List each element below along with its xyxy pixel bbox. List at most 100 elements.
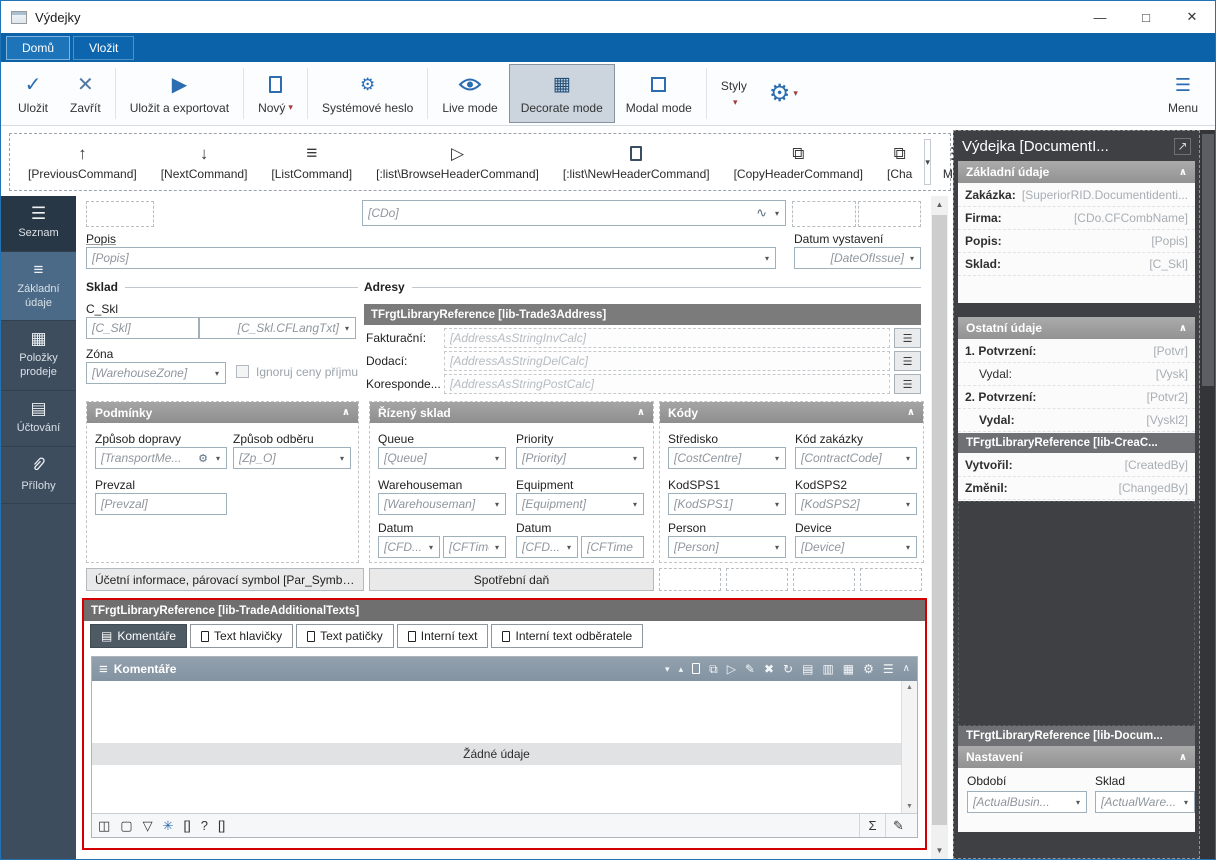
c-skl-lang-combo[interactable]: [C_Skl.CFLangTxt] ▾ bbox=[199, 317, 356, 339]
decorate-mode-button[interactable]: ▦ Decorate mode bbox=[509, 64, 615, 123]
chevron-up-icon[interactable]: ▴ bbox=[679, 665, 684, 674]
transport-combo[interactable]: [TransportMe... ⚙ ▾ bbox=[95, 447, 227, 469]
equipment-combo[interactable]: [Equipment] ▾ bbox=[516, 493, 644, 515]
sidebar-item-seznam[interactable]: ☰ Seznam bbox=[1, 196, 76, 252]
dodaci-menu-button[interactable]: ☰ bbox=[894, 351, 921, 371]
popis-combo[interactable]: [Popis] ▾ bbox=[86, 247, 776, 269]
device-combo[interactable]: [Device] ▾ bbox=[795, 536, 917, 558]
live-mode-button[interactable]: Live mode bbox=[431, 64, 508, 123]
save-button[interactable]: ✓ Uložit bbox=[7, 64, 59, 123]
sum-icon[interactable]: Σ bbox=[859, 814, 885, 837]
collapse-icon[interactable]: ∧ bbox=[903, 664, 910, 674]
ucetni-informace-button[interactable]: Účetní informace, párovací symbol [Par_S… bbox=[86, 568, 364, 591]
browse-header-command-button[interactable]: ▷ [:list\BrowseHeaderCommand] bbox=[364, 144, 551, 181]
warehouse-zone-combo[interactable]: [WarehouseZone] ▾ bbox=[86, 362, 226, 384]
refresh-icon[interactable]: ↻ bbox=[783, 663, 793, 675]
kody-header[interactable]: Kódy ∧ bbox=[660, 402, 923, 423]
close-button[interactable]: ✕ bbox=[1169, 1, 1215, 33]
scroll-up-icon[interactable]: ▲ bbox=[931, 196, 948, 213]
zakladni-udaje-header[interactable]: Základní údaje ∧ bbox=[958, 161, 1195, 183]
next-command-button[interactable]: ↓ [NextCommand] bbox=[149, 144, 260, 181]
change-command-button[interactable]: ⧉ [Cha bbox=[875, 144, 924, 181]
rizeny-sklad-header[interactable]: Řízený sklad ∧ bbox=[370, 402, 653, 423]
cost-centre-combo[interactable]: [CostCentre] ▾ bbox=[668, 447, 786, 469]
trade-additional-texts-header[interactable]: TFrgtLibraryReference [lib-TradeAddition… bbox=[84, 600, 925, 621]
tab-interni-text-odberatele[interactable]: Interní text odběratele bbox=[491, 624, 643, 648]
grid-scrollbar[interactable]: ▲ ▼ bbox=[901, 681, 917, 813]
korespondencni-menu-button[interactable]: ☰ bbox=[894, 374, 921, 394]
hamburger-icon[interactable]: ☰ bbox=[883, 663, 894, 675]
open-window-icon[interactable]: ↗ bbox=[1174, 138, 1191, 155]
tab-vlozit[interactable]: Vložit bbox=[73, 36, 134, 60]
c-skl-input[interactable]: [C_Skl] bbox=[86, 317, 199, 339]
asterisk-icon[interactable]: ✳ bbox=[163, 818, 174, 834]
main-scrollbar[interactable]: ▲ ▼ bbox=[931, 196, 948, 859]
ignoruj-checkbox[interactable] bbox=[236, 365, 249, 378]
spotrebni-dan-button[interactable]: Spotřební daň bbox=[369, 568, 654, 591]
fakturacni-menu-button[interactable]: ☰ bbox=[894, 328, 921, 348]
tab-interni-text[interactable]: Interní text bbox=[397, 624, 489, 648]
columns-icon[interactable]: ▦ bbox=[843, 663, 854, 675]
help-icon[interactable]: ? bbox=[201, 818, 208, 833]
cfd2-combo[interactable]: [CFD... ▾ bbox=[516, 536, 578, 558]
previous-command-button[interactable]: ↑ [PreviousCommand] bbox=[16, 144, 149, 181]
save-export-button[interactable]: ▶ Uložit a exportovat bbox=[119, 64, 240, 123]
sidebar-item-zakladni-udaje[interactable]: ≡ Základní údaje bbox=[1, 252, 76, 322]
edit-icon[interactable]: ✎ bbox=[745, 663, 755, 675]
warehouseman-combo[interactable]: [Warehouseman] ▾ bbox=[378, 493, 506, 515]
scrollbar-thumb[interactable] bbox=[1202, 134, 1214, 386]
sklad-setting-combo[interactable]: [ActualWare... ▾ bbox=[1095, 791, 1195, 813]
delete-icon[interactable]: ✖ bbox=[764, 663, 774, 675]
sidebar-item-prilohy[interactable]: Přílohy bbox=[1, 447, 76, 505]
new-header-command-button[interactable]: [:list\NewHeaderCommand] bbox=[551, 144, 722, 181]
cftime1-combo[interactable]: [CFTime... ▾ bbox=[443, 536, 506, 558]
menu-button[interactable]: ☰ Menu bbox=[1157, 64, 1209, 123]
scrollbar-thumb[interactable] bbox=[932, 215, 947, 825]
chart-icon[interactable]: ▥ bbox=[822, 663, 833, 675]
tab-text-paticky[interactable]: Text patičky bbox=[296, 624, 394, 648]
docum-lib-header[interactable]: TFrgtLibraryReference [lib-Docum... bbox=[958, 726, 1195, 746]
print-icon[interactable]: ▤ bbox=[802, 663, 813, 675]
sidebar-item-polozky-prodeje[interactable]: ▦ Položky prodeje bbox=[1, 321, 76, 391]
card-view-icon[interactable]: ▢ bbox=[120, 818, 132, 834]
brackets-icon[interactable]: [] bbox=[218, 818, 225, 833]
queue-combo[interactable]: [Queue] ▾ bbox=[378, 447, 506, 469]
crea-lib-header[interactable]: TFrgtLibraryReference [lib-CreaC... bbox=[958, 433, 1195, 453]
cdo-combo[interactable]: [CDo] ∿ ▾ bbox=[362, 200, 786, 226]
filter-icon[interactable]: ▽ bbox=[143, 818, 153, 834]
gear-icon[interactable]: ⚙ bbox=[863, 663, 874, 675]
styles-button[interactable]: Styly ▾ bbox=[710, 64, 758, 123]
close-form-button[interactable]: ✕ Zavřít bbox=[59, 64, 112, 123]
new-button[interactable]: Nový ▾ bbox=[247, 64, 304, 123]
scroll-down-icon[interactable]: ▼ bbox=[906, 803, 913, 810]
priority-combo[interactable]: [Priority] ▾ bbox=[516, 447, 644, 469]
brackets-icon[interactable]: [] bbox=[184, 818, 191, 833]
kodsps1-combo[interactable]: [KodSPS1] ▾ bbox=[668, 493, 786, 515]
contract-code-combo[interactable]: [ContractCode] ▾ bbox=[795, 447, 917, 469]
scroll-up-icon[interactable]: ▲ bbox=[906, 684, 913, 691]
run-icon[interactable]: ▷ bbox=[727, 663, 736, 675]
copy-icon[interactable]: ⧉ bbox=[709, 663, 718, 675]
chevron-down-icon[interactable]: ▾ bbox=[665, 665, 670, 674]
edit-icon[interactable]: ✎ bbox=[885, 814, 911, 837]
tab-domu[interactable]: Domů bbox=[6, 36, 70, 60]
maximize-button[interactable]: □ bbox=[1123, 1, 1169, 33]
tab-komentare[interactable]: ▤ Komentáře bbox=[90, 624, 187, 648]
podminky-header[interactable]: Podmínky ∧ bbox=[87, 402, 358, 423]
modal-mode-button[interactable]: Modal mode bbox=[615, 64, 703, 123]
new-document-icon[interactable] bbox=[692, 663, 700, 676]
obdobi-combo[interactable]: [ActualBusin... ▾ bbox=[967, 791, 1087, 813]
sidebar-item-uctovani[interactable]: ▤ Účtování bbox=[1, 391, 76, 447]
columns-icon[interactable]: ◫ bbox=[98, 818, 110, 834]
trade3address-lib-header[interactable]: TFrgtLibraryReference [lib-Trade3Address… bbox=[364, 304, 921, 325]
right-panel-scrollbar[interactable] bbox=[1200, 130, 1216, 859]
system-password-button[interactable]: ⚙ Systémové heslo bbox=[311, 64, 424, 123]
date-of-issue-combo[interactable]: [DateOfIssue] ▾ bbox=[794, 247, 921, 269]
scroll-down-icon[interactable]: ▼ bbox=[931, 842, 948, 859]
cfd1-combo[interactable]: [CFD... ▾ bbox=[378, 536, 440, 558]
ostatni-udaje-header[interactable]: Ostatní údaje ∧ bbox=[958, 317, 1195, 339]
copy-header-command-button[interactable]: ⧉ [CopyHeaderCommand] bbox=[722, 144, 875, 181]
zp-o-combo[interactable]: [Zp_O] ▾ bbox=[233, 447, 351, 469]
kodsps2-combo[interactable]: [KodSPS2] ▾ bbox=[795, 493, 917, 515]
list-command-button[interactable]: ≡ [ListCommand] bbox=[259, 144, 364, 181]
